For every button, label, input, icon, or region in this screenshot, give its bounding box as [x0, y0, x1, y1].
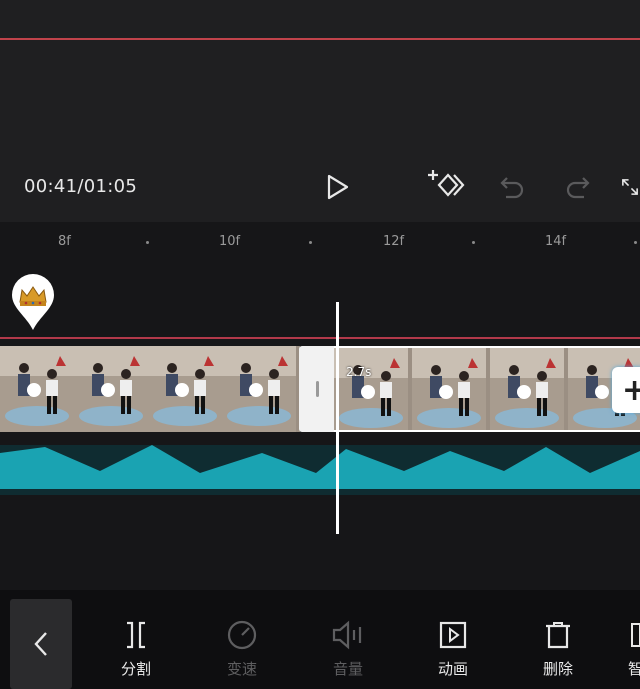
clip-thumbnail	[490, 348, 564, 430]
timecode: 00:41/01:05	[24, 176, 138, 197]
clip-thumbnail	[412, 348, 486, 430]
fullscreen-button[interactable]	[620, 167, 640, 207]
undo-button[interactable]	[492, 167, 532, 207]
tool-delete[interactable]: 删除	[528, 620, 588, 679]
ruler-label: 12f	[383, 234, 405, 249]
ruler-label: 10f	[219, 234, 241, 249]
chevron-left-icon	[34, 632, 47, 656]
speed-icon	[227, 620, 257, 650]
ruler-dot	[472, 241, 475, 244]
clip-thumbnail	[222, 346, 296, 432]
playhead[interactable]	[336, 302, 339, 534]
time-ruler[interactable]: 8f 10f 12f 14f	[0, 222, 640, 260]
tool-label: 动画	[437, 660, 468, 678]
tool-label: 智	[628, 660, 640, 678]
undo-icon	[500, 177, 524, 199]
delete-icon	[546, 622, 570, 649]
ruler-dot	[309, 241, 312, 244]
animation-icon	[439, 621, 467, 649]
ruler-label: 8f	[58, 234, 71, 249]
sticker-marker[interactable]	[10, 272, 56, 332]
clip-thumbnail	[334, 348, 408, 430]
tool-label: 变速	[226, 660, 257, 678]
preview-guide-line	[0, 38, 640, 40]
ruler-label: 14f	[545, 234, 567, 249]
crown-sticker-icon	[12, 274, 54, 330]
tool-label: 音量	[332, 660, 363, 678]
plus-icon: +	[622, 372, 640, 408]
audio-track[interactable]	[0, 445, 640, 495]
clip-thumbnail	[0, 346, 74, 432]
tool-label: 删除	[542, 660, 573, 678]
tool-animation[interactable]: 动画	[423, 620, 483, 679]
volume-icon	[332, 620, 362, 650]
tool-volume[interactable]: 音量	[318, 620, 378, 679]
ruler-dot	[146, 241, 149, 244]
redo-button[interactable]	[558, 167, 598, 207]
clip-thumbnail	[74, 346, 148, 432]
play-button[interactable]	[318, 167, 358, 207]
tool-smart[interactable]: 智	[628, 620, 640, 679]
back-button[interactable]	[10, 599, 72, 689]
play-icon	[327, 174, 349, 200]
keyframe-button[interactable]	[422, 165, 468, 205]
fullscreen-icon	[622, 179, 638, 195]
keyframe-icon	[428, 170, 465, 197]
redo-icon	[566, 177, 590, 199]
add-clip-button[interactable]: +	[612, 367, 640, 413]
video-track[interactable]: 2.7s	[0, 346, 640, 434]
split-icon	[127, 621, 145, 649]
tool-speed[interactable]: 变速	[212, 620, 272, 679]
selected-video-clip[interactable]	[334, 346, 640, 432]
clip-duration: 2.7s	[346, 365, 372, 379]
clip-trim-handle[interactable]	[299, 346, 335, 432]
trim-handle-grip	[315, 381, 319, 397]
effect-track-line[interactable]	[0, 337, 640, 339]
video-clip[interactable]	[0, 346, 300, 432]
tool-split[interactable]: 分割	[106, 620, 166, 679]
smart-icon	[631, 623, 640, 647]
ruler-dot	[634, 241, 637, 244]
tool-label: 分割	[120, 660, 151, 678]
clip-thumbnail	[148, 346, 222, 432]
